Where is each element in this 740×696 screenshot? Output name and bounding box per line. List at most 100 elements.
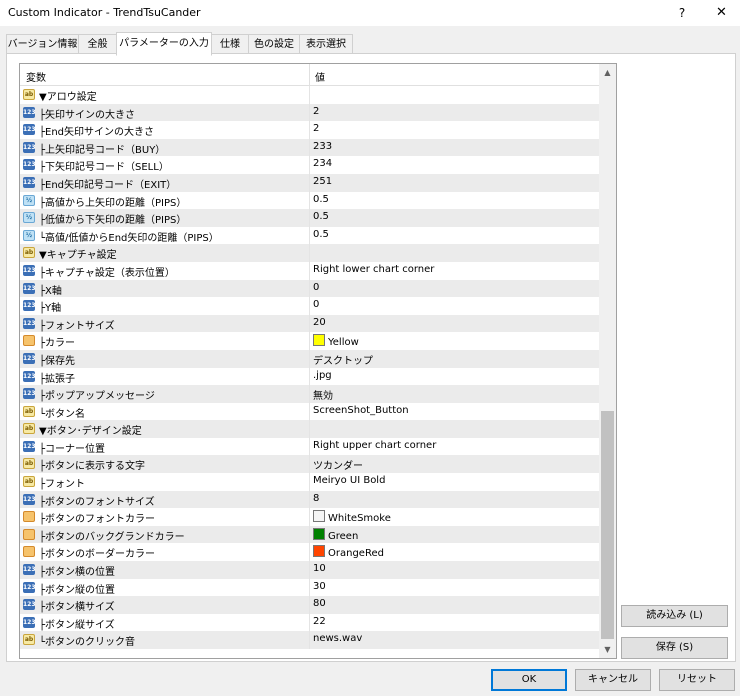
table-row[interactable]: ½ ├低値から下矢印の距離（PIPS） 0.5 — [20, 209, 599, 227]
table-row[interactable]: 123 ├フォントサイズ 20 — [20, 314, 599, 333]
table-row[interactable]: 123 ├ボタンのフォントサイズ 8 — [20, 490, 599, 509]
table-row[interactable]: 123 ├ポップアップメッセージ 無効 — [20, 385, 599, 403]
tab-display-select[interactable]: 表示選択 — [299, 34, 353, 55]
value-text: Meiryo UI Bold — [313, 475, 386, 487]
value-cell[interactable]: 251 — [313, 176, 332, 187]
value-text: 233 — [313, 140, 333, 152]
tab-spec[interactable]: 仕様 — [211, 34, 249, 55]
tab-general[interactable]: 全般 — [78, 34, 117, 55]
value-cell[interactable]: Right upper chart corner — [313, 440, 436, 451]
color-icon — [23, 528, 35, 540]
value-text: news.wav — [313, 633, 363, 645]
value-cell[interactable]: WhiteSmoke — [313, 510, 391, 524]
ok-button[interactable]: OK — [491, 669, 567, 691]
table-row[interactable]: 123 ├ボタン横サイズ 80 — [20, 596, 599, 614]
value-cell[interactable]: 2 — [313, 106, 319, 117]
table-row[interactable]: 123 ├矢印サインの大きさ 2 — [20, 103, 599, 122]
table-row[interactable]: ab ▼アロウ設定 — [20, 86, 599, 104]
integer-icon: 123 — [23, 159, 36, 171]
value-text: Right lower chart corner — [313, 263, 435, 275]
value-cell[interactable]: 0 — [313, 282, 319, 293]
value-cell[interactable]: OrangeRed — [313, 545, 384, 559]
table-row[interactable]: ├ボタンのバックグランドカラー Green — [20, 525, 599, 544]
tab-color-settings[interactable]: 色の設定 — [248, 34, 300, 55]
value-cell[interactable]: Right lower chart corner — [313, 264, 434, 275]
value-cell[interactable]: ScreenShot_Button — [313, 405, 409, 416]
table-row[interactable]: ab └ボタン名 ScreenShot_Button — [20, 402, 599, 421]
scroll-thumb[interactable] — [601, 411, 614, 639]
column-header-value[interactable]: 値 — [315, 69, 325, 84]
vertical-scrollbar[interactable]: ▲ ▼ — [599, 64, 616, 658]
value-cell[interactable]: 22 — [313, 616, 326, 627]
table-row[interactable]: ab ▼ボタン･デザイン設定 — [20, 420, 599, 438]
help-button[interactable]: ? — [664, 0, 700, 26]
close-button[interactable]: ✕ — [703, 0, 740, 26]
table-row[interactable]: ├カラー Yellow — [20, 332, 599, 350]
reset-button[interactable]: リセット — [659, 669, 735, 691]
table-row[interactable]: 123 ├End矢印サインの大きさ 2 — [20, 121, 599, 139]
table-row[interactable]: 123 ├ボタン縦の位置 30 — [20, 578, 599, 597]
value-cell[interactable]: 8 — [313, 493, 319, 504]
cancel-button[interactable]: キャンセル — [575, 669, 651, 691]
value-cell[interactable]: 0.5 — [313, 211, 329, 222]
tab-version-info[interactable]: バージョン情報 — [6, 34, 79, 55]
table-row[interactable]: 123 ├コーナー位置 Right upper chart corner — [20, 437, 599, 456]
table-row[interactable]: 123 ├上矢印記号コード（BUY） 233 — [20, 138, 599, 157]
variable-name: ├矢印サインの大きさ — [39, 109, 136, 121]
value-cell[interactable]: .jpg — [313, 370, 332, 381]
table-row[interactable]: ½ └高値/低値からEnd矢印の距離（PIPS） 0.5 — [20, 226, 599, 245]
variable-name: ├上矢印記号コード（BUY） — [39, 144, 166, 156]
value-cell[interactable]: 2 — [313, 123, 319, 134]
value-cell[interactable]: デスクトップ — [313, 352, 373, 367]
integer-icon: 123 — [23, 581, 36, 593]
value-cell[interactable]: 233 — [313, 141, 332, 152]
variable-name: ├保存先 — [39, 355, 76, 367]
value-cell[interactable]: 0.5 — [313, 194, 329, 205]
value-cell[interactable]: Meiryo UI Bold — [313, 475, 385, 486]
value-cell[interactable]: 0.5 — [313, 229, 329, 240]
table-row[interactable]: 123 ├下矢印記号コード（SELL） 234 — [20, 156, 599, 174]
value-text: 2 — [313, 123, 320, 135]
string-icon: ab — [23, 423, 35, 435]
value-cell[interactable]: Green — [313, 527, 358, 542]
value-cell[interactable]: 80 — [313, 598, 326, 609]
value-cell[interactable]: news.wav — [313, 633, 362, 644]
scroll-down-icon[interactable]: ▼ — [599, 641, 616, 658]
color-icon — [23, 511, 35, 523]
value-cell[interactable]: 20 — [313, 317, 326, 328]
value-cell[interactable]: 30 — [313, 581, 326, 592]
value-cell[interactable]: 無効 — [313, 387, 333, 402]
table-row[interactable]: ab └ボタンのクリック音 news.wav — [20, 631, 599, 649]
table-row[interactable]: ab ├フォント Meiryo UI Bold — [20, 473, 599, 491]
table-row[interactable]: ½ ├高値から上矢印の距離（PIPS） 0.5 — [20, 191, 599, 210]
string-icon: ab — [23, 458, 35, 470]
column-header-variable[interactable]: 変数 — [26, 69, 46, 84]
value-cell[interactable]: ツカンダー — [313, 457, 363, 472]
value-cell[interactable]: 234 — [313, 158, 332, 169]
table-row[interactable]: 123 ├拡張子 .jpg — [20, 367, 599, 386]
variable-name: ├ボタンのボーダーカラー — [39, 549, 156, 561]
table-row[interactable]: 123 ├保存先 デスクトップ — [20, 349, 599, 368]
scroll-up-icon[interactable]: ▲ — [599, 64, 616, 81]
table-row[interactable]: 123 ├キャプチャ設定（表示位置） Right lower chart corne… — [20, 261, 599, 280]
table-row[interactable]: 123 ├End矢印記号コード（EXIT） 251 — [20, 173, 599, 192]
table-row[interactable]: 123 ├X軸 0 — [20, 279, 599, 298]
tab-parameters[interactable]: パラメーターの入力 — [116, 32, 212, 56]
save-button[interactable]: 保存 (S) — [621, 637, 728, 659]
table-row[interactable]: 123 ├ボタン縦サイズ 22 — [20, 613, 599, 632]
table-row[interactable]: ab ▼キャプチャ設定 — [20, 244, 599, 262]
variable-name: ├ボタン縦サイズ — [39, 619, 115, 631]
parameters-panel: 変数 値 ab ▼アロウ設定 123 ├矢印サインの大きさ 2 123 ├End矢印サインの… — [6, 53, 736, 662]
table-row[interactable]: ab ├ボタンに表示する文字 ツカンダー — [20, 455, 599, 474]
variable-name: ├コーナー位置 — [39, 443, 106, 455]
value-cell[interactable]: 10 — [313, 563, 326, 574]
table-row[interactable]: ├ボタンのフォントカラー WhiteSmoke — [20, 508, 599, 526]
value-text: 0.5 — [313, 193, 329, 205]
load-button[interactable]: 読み込み (L) — [621, 605, 728, 627]
value-cell[interactable]: Yellow — [313, 334, 359, 348]
table-row[interactable]: ├ボタンのボーダーカラー OrangeRed — [20, 543, 599, 562]
table-row[interactable]: 123 ├ボタン横の位置 10 — [20, 561, 599, 579]
value-cell[interactable]: 0 — [313, 299, 319, 310]
table-row[interactable]: 123 ├Y軸 0 — [20, 297, 599, 315]
value-text: .jpg — [313, 369, 332, 381]
